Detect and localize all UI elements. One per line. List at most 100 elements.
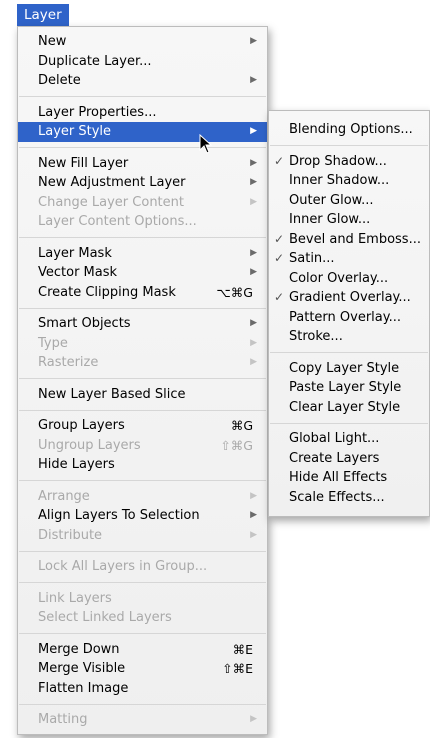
menu-item-label: Link Layers: [38, 590, 112, 606]
menu-item-arrange: Arrange ▶: [18, 487, 267, 507]
menu-item-label: Hide Layers: [38, 457, 115, 472]
menu-item-vector-mask[interactable]: Vector Mask ▶: [18, 263, 267, 283]
menu-item-label: Scale Effects...: [289, 489, 385, 505]
menu-item-label: Pattern Overlay...: [289, 309, 401, 325]
menu-item-type: Type ▶: [18, 334, 267, 354]
menu-item-label: Lock All Layers in Group...: [38, 559, 208, 574]
menu-separator: [19, 550, 266, 552]
submenu-arrow-icon: ▶: [250, 357, 257, 367]
menu-separator: [19, 582, 266, 583]
menu-item-label: Outer Glow...: [289, 192, 374, 208]
menu-item-delete[interactable]: Delete ▶: [18, 71, 267, 91]
menu-item-group-layers[interactable]: Group Layers ⌘G: [18, 416, 267, 436]
menu-item-layer-properties[interactable]: Layer Properties...: [18, 103, 267, 123]
menu-separator: [270, 145, 428, 146]
menu-item-gradient-overlay[interactable]: ✓ Gradient Overlay...: [269, 288, 429, 308]
menu-item-label: New Adjustment Layer: [38, 175, 186, 190]
menu-item-create-clipping-mask[interactable]: Create Clipping Mask ⌥⌘G: [18, 283, 267, 303]
menu-item-matting: Matting ▶: [18, 710, 267, 730]
menu-item-merge-visible[interactable]: Merge Visible ⇧⌘E: [18, 659, 267, 679]
menu-item-clear-layer-style[interactable]: Clear Layer Style: [269, 398, 429, 418]
menu-item-label: Smart Objects: [38, 316, 131, 331]
menu-item-layer-content-options: Layer Content Options...: [18, 212, 267, 232]
submenu-arrow-icon: ▶: [250, 247, 257, 258]
menu-item-label: Merge Visible: [38, 661, 126, 676]
submenu-arrow-icon: ▶: [250, 177, 257, 187]
layer-menu: New ▶ Duplicate Layer... Delete ▶ Layer Prope…: [17, 26, 268, 735]
menu-item-label: Select Linked Layers: [38, 610, 172, 625]
menu-item-copy-layer-style[interactable]: Copy Layer Style: [269, 359, 429, 379]
menu-item-new[interactable]: New ▶: [18, 32, 267, 52]
submenu-arrow-icon: ▶: [250, 157, 257, 168]
menu-item-flatten-image[interactable]: Flatten Image: [18, 679, 267, 699]
menu-item-smart-objects[interactable]: Smart Objects ▶: [18, 314, 267, 334]
menu-item-label: New Layer Based Slice: [38, 386, 186, 402]
menu-item-color-overlay[interactable]: Color Overlay...: [269, 269, 429, 289]
menu-separator: [19, 237, 266, 238]
menu-item-outer-glow[interactable]: Outer Glow...: [269, 191, 429, 211]
pointer-cursor-icon: [199, 134, 213, 154]
checkmark-icon: ✓: [274, 231, 285, 246]
checkmark-icon: ✓: [274, 251, 285, 265]
menu-item-label: Inner Glow...: [289, 212, 371, 227]
menu-item-label: Align Layers To Selection: [38, 508, 200, 523]
menu-item-layer-style[interactable]: Layer Style ▶: [18, 122, 267, 142]
menu-item-label: Copy Layer Style: [289, 360, 400, 376]
submenu-arrow-icon: ▶: [250, 126, 257, 136]
menu-separator: [19, 307, 266, 309]
menu-item-label: Drop Shadow...: [289, 153, 387, 169]
submenu-arrow-icon: ▶: [250, 490, 257, 501]
menu-item-label: Layer Style: [38, 124, 112, 139]
menu-item-new-layer-based-slice[interactable]: New Layer Based Slice: [18, 385, 267, 405]
menu-item-rasterize: Rasterize ▶: [18, 353, 267, 373]
menu-item-satin[interactable]: ✓ Satin...: [269, 249, 429, 269]
submenu-arrow-icon: ▶: [250, 337, 257, 348]
submenu-arrow-icon: ▶: [250, 714, 257, 724]
menu-item-create-layers[interactable]: Create Layers: [269, 449, 429, 469]
keyboard-shortcut: ⇧⌘G: [220, 437, 253, 453]
submenu-arrow-icon: ▶: [250, 529, 257, 540]
layer-menu-title[interactable]: Layer: [17, 4, 69, 26]
menu-item-paste-layer-style[interactable]: Paste Layer Style: [269, 378, 429, 398]
menu-item-label: Create Clipping Mask: [38, 284, 176, 300]
menu-item-pattern-overlay[interactable]: Pattern Overlay...: [269, 308, 429, 328]
menu-item-label: New: [38, 34, 67, 49]
menu-item-inner-shadow[interactable]: Inner Shadow...: [269, 171, 429, 191]
menu-item-ungroup-layers: Ungroup Layers ⇧⌘G: [18, 436, 267, 456]
menu-separator: [270, 422, 428, 424]
menu-item-label: Rasterize: [38, 355, 99, 370]
menu-item-label: Ungroup Layers: [38, 437, 141, 453]
menu-item-merge-down[interactable]: Merge Down ⌘E: [18, 640, 267, 660]
menu-item-drop-shadow[interactable]: ✓ Drop Shadow...: [269, 152, 429, 172]
menu-item-new-adjustment-layer[interactable]: New Adjustment Layer ▶: [18, 173, 267, 193]
menu-item-change-layer-content: Change Layer Content ▶: [18, 193, 267, 213]
menu-separator: [19, 703, 266, 705]
menu-item-global-light[interactable]: Global Light...: [269, 429, 429, 449]
menu-item-label: Group Layers: [38, 418, 125, 433]
menu-item-lock-all-layers-in-group: Lock All Layers in Group...: [18, 557, 267, 577]
menu-item-label: Delete: [38, 73, 81, 88]
menu-item-blending-options[interactable]: Blending Options...: [269, 120, 429, 140]
keyboard-shortcut: ⌘E: [232, 641, 253, 657]
menu-item-label: Type: [38, 335, 68, 351]
menu-item-align-layers-to-selection[interactable]: Align Layers To Selection ▶: [18, 506, 267, 526]
menu-item-label: Matting: [38, 712, 88, 727]
menu-item-label: Duplicate Layer...: [38, 53, 152, 69]
menu-item-label: Inner Shadow...: [289, 173, 390, 188]
menu-separator: [19, 96, 266, 97]
menu-item-hide-layers[interactable]: Hide Layers: [18, 455, 267, 475]
menu-item-scale-effects[interactable]: Scale Effects...: [269, 488, 429, 508]
menu-item-new-fill-layer[interactable]: New Fill Layer ▶: [18, 154, 267, 174]
menu-item-label: Clear Layer Style: [289, 399, 401, 415]
menu-item-duplicate-layer[interactable]: Duplicate Layer...: [18, 52, 267, 72]
menu-item-stroke[interactable]: Stroke...: [269, 327, 429, 347]
menu-item-label: Hide All Effects: [289, 470, 388, 485]
checkmark-icon: ✓: [274, 153, 285, 168]
menu-item-hide-all-effects[interactable]: Hide All Effects: [269, 468, 429, 488]
keyboard-shortcut: ⌘G: [230, 418, 253, 433]
menu-item-bevel-and-emboss[interactable]: ✓ Bevel and Emboss...: [269, 230, 429, 250]
menu-item-inner-glow[interactable]: Inner Glow...: [269, 210, 429, 230]
menu-separator: [19, 480, 266, 481]
menu-item-layer-mask[interactable]: Layer Mask ▶: [18, 244, 267, 264]
submenu-arrow-icon: ▶: [250, 318, 257, 328]
